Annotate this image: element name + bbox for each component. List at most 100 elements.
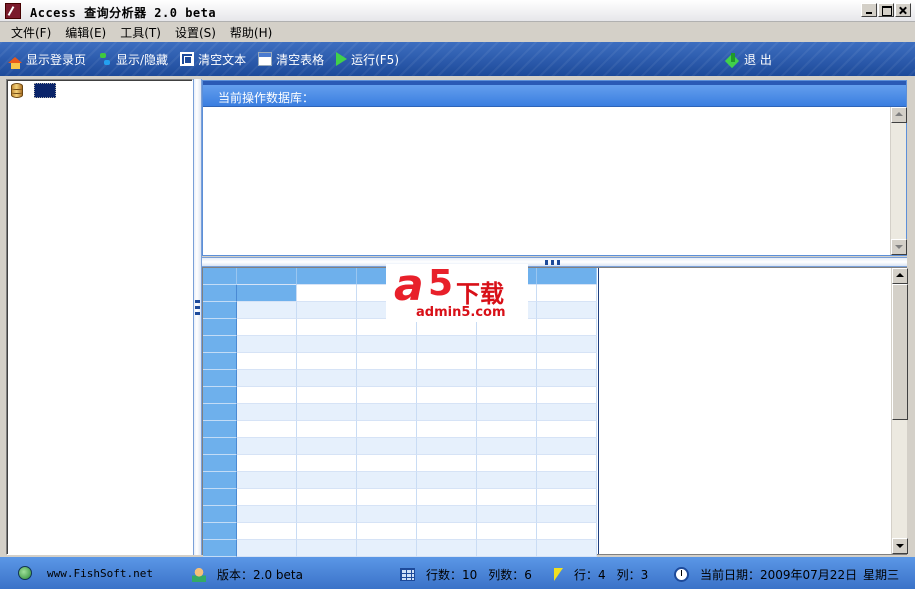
menu-tools[interactable]: 工具(T) bbox=[113, 24, 168, 41]
splitter-grip-icon[interactable] bbox=[195, 300, 200, 318]
grid-cell[interactable] bbox=[537, 336, 597, 353]
grid-row-header[interactable] bbox=[203, 302, 237, 319]
scroll-down-arrow-icon[interactable] bbox=[892, 538, 908, 554]
grid-cell[interactable] bbox=[237, 319, 297, 336]
show-hide-button[interactable]: 显示/隐藏 bbox=[98, 51, 168, 68]
grid-cell[interactable] bbox=[297, 421, 357, 438]
grid-cell[interactable] bbox=[477, 353, 537, 370]
grid-cell[interactable] bbox=[237, 438, 297, 455]
grid-row-header[interactable] bbox=[203, 489, 237, 506]
grid-cell[interactable] bbox=[477, 404, 537, 421]
grid-cell[interactable] bbox=[357, 370, 417, 387]
grid-cell[interactable] bbox=[537, 438, 597, 455]
grid-cell[interactable] bbox=[537, 319, 597, 336]
grid-cell[interactable] bbox=[237, 370, 297, 387]
grid-column-header[interactable] bbox=[297, 268, 357, 285]
grid-cell[interactable] bbox=[477, 387, 537, 404]
maximize-button[interactable] bbox=[878, 3, 894, 17]
grid-row-header[interactable] bbox=[203, 506, 237, 523]
grid-row-header[interactable] bbox=[203, 353, 237, 370]
grid-cell[interactable] bbox=[477, 523, 537, 540]
grid-cell[interactable] bbox=[297, 506, 357, 523]
grid-cell[interactable] bbox=[417, 472, 477, 489]
grid-cell[interactable] bbox=[237, 302, 297, 319]
grid-cell[interactable] bbox=[537, 353, 597, 370]
run-button[interactable]: 运行(F5) bbox=[336, 51, 399, 68]
minimize-button[interactable] bbox=[861, 3, 877, 17]
grid-row-header[interactable] bbox=[203, 438, 237, 455]
grid-cell[interactable] bbox=[537, 387, 597, 404]
grid-cell[interactable] bbox=[537, 404, 597, 421]
grid-cell[interactable] bbox=[297, 523, 357, 540]
grid-cell[interactable] bbox=[477, 506, 537, 523]
grid-cell[interactable] bbox=[537, 302, 597, 319]
grid-cell[interactable] bbox=[237, 387, 297, 404]
grid-cell[interactable] bbox=[417, 336, 477, 353]
menu-edit[interactable]: 编辑(E) bbox=[58, 24, 113, 41]
grid-cell[interactable] bbox=[357, 455, 417, 472]
grid-cell[interactable] bbox=[237, 285, 297, 302]
grid-cell[interactable] bbox=[357, 523, 417, 540]
grid-cell[interactable] bbox=[297, 285, 357, 302]
grid-cell[interactable] bbox=[537, 540, 597, 557]
grid-cell[interactable] bbox=[357, 336, 417, 353]
scroll-up-arrow-icon[interactable] bbox=[891, 107, 907, 123]
grid-row-header[interactable] bbox=[203, 540, 237, 557]
grid-cell[interactable] bbox=[417, 506, 477, 523]
grid-cell[interactable] bbox=[237, 336, 297, 353]
grid-cell[interactable] bbox=[297, 455, 357, 472]
grid-column-header[interactable] bbox=[237, 268, 297, 285]
grid-row-header[interactable] bbox=[203, 336, 237, 353]
grid-cell[interactable] bbox=[357, 353, 417, 370]
grid-cell[interactable] bbox=[357, 404, 417, 421]
grid-cell[interactable] bbox=[297, 472, 357, 489]
show-login-button[interactable]: 显示登录页 bbox=[8, 49, 86, 69]
database-tree[interactable] bbox=[6, 79, 193, 555]
grid-row-header[interactable] bbox=[203, 472, 237, 489]
grid-cell[interactable] bbox=[417, 404, 477, 421]
grid-cell[interactable] bbox=[237, 540, 297, 557]
grid-cell[interactable] bbox=[417, 353, 477, 370]
grid-cell[interactable] bbox=[417, 438, 477, 455]
grid-cell[interactable] bbox=[417, 523, 477, 540]
grid-cell[interactable] bbox=[297, 302, 357, 319]
clear-table-button[interactable]: 清空表格 bbox=[258, 51, 324, 68]
scroll-thumb[interactable] bbox=[892, 284, 908, 420]
grid-row-header[interactable] bbox=[203, 387, 237, 404]
grid-cell[interactable] bbox=[237, 523, 297, 540]
close-button[interactable] bbox=[895, 3, 911, 17]
menu-file[interactable]: 文件(F) bbox=[4, 24, 58, 41]
grid-cell[interactable] bbox=[357, 472, 417, 489]
grid-row-header[interactable] bbox=[203, 404, 237, 421]
scroll-down-arrow-icon[interactable] bbox=[891, 239, 907, 255]
grid-cell[interactable] bbox=[477, 336, 537, 353]
grid-row-header[interactable] bbox=[203, 370, 237, 387]
grid-cell[interactable] bbox=[417, 421, 477, 438]
grid-row-header[interactable] bbox=[203, 455, 237, 472]
query-scrollbar[interactable] bbox=[890, 107, 907, 255]
menu-settings[interactable]: 设置(S) bbox=[168, 24, 223, 41]
vertical-splitter[interactable] bbox=[193, 79, 202, 555]
grid-cell[interactable] bbox=[297, 489, 357, 506]
grid-cell[interactable] bbox=[537, 421, 597, 438]
grid-cell[interactable] bbox=[417, 455, 477, 472]
grid-cell[interactable] bbox=[357, 438, 417, 455]
grid-cell[interactable] bbox=[237, 404, 297, 421]
grid-cell[interactable] bbox=[297, 353, 357, 370]
grid-cell[interactable] bbox=[537, 472, 597, 489]
grid-cell[interactable] bbox=[237, 489, 297, 506]
grid-cell[interactable] bbox=[357, 489, 417, 506]
grid-cell[interactable] bbox=[417, 387, 477, 404]
grid-cell[interactable] bbox=[477, 489, 537, 506]
grid-cell[interactable] bbox=[357, 387, 417, 404]
grid-cell[interactable] bbox=[537, 455, 597, 472]
grid-row-header[interactable] bbox=[203, 285, 237, 302]
grid-row-header[interactable] bbox=[203, 523, 237, 540]
grid-cell[interactable] bbox=[297, 387, 357, 404]
grid-cell[interactable] bbox=[537, 523, 597, 540]
grid-cell[interactable] bbox=[237, 472, 297, 489]
grid-cell[interactable] bbox=[297, 336, 357, 353]
clear-text-button[interactable]: 清空文本 bbox=[180, 51, 246, 68]
grid-cell[interactable] bbox=[297, 370, 357, 387]
grid-cell[interactable] bbox=[237, 353, 297, 370]
